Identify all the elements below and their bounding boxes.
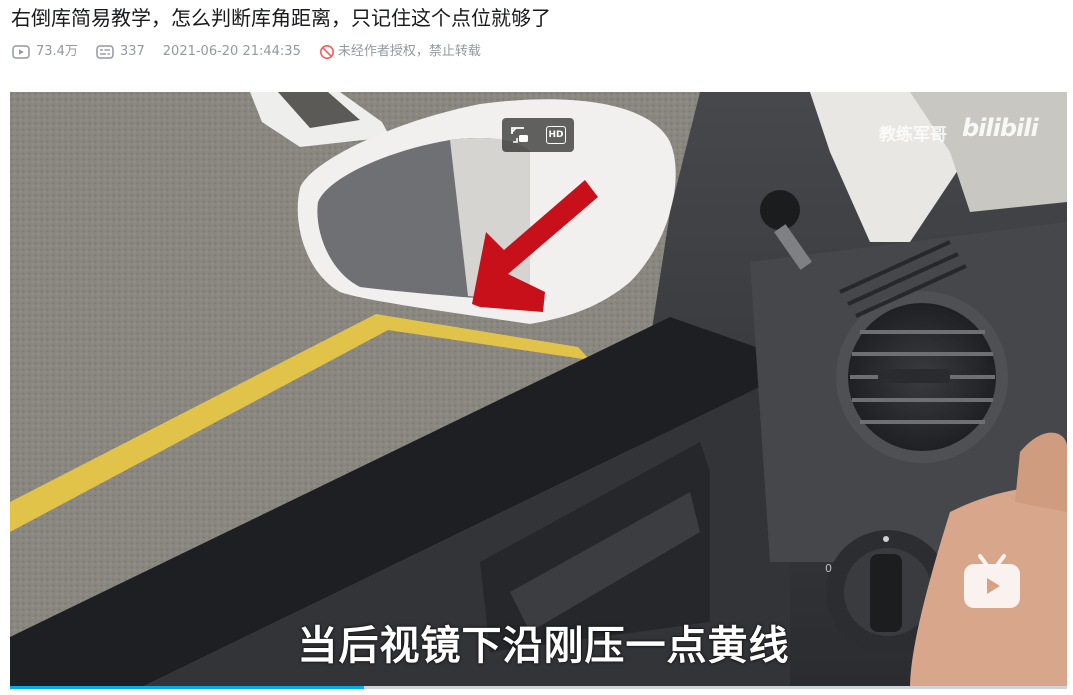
progress-bar-fill — [10, 686, 365, 689]
video-title: 右倒库简易教学，怎么判断库角距离，只记住这个点位就够了 — [11, 6, 551, 30]
brand-watermark: bilibili — [962, 114, 1039, 142]
danmaku-count: 337 — [96, 43, 145, 61]
video-meta: 73.4万 337 2021-06-20 21:44:35 未经作者授权，禁止转… — [12, 43, 499, 61]
view-count-text: 73.4万 — [36, 44, 78, 59]
bilibili-tv-icon — [964, 554, 1020, 608]
danmaku-count-text: 337 — [119, 44, 145, 59]
player-controls-chip: HD — [502, 118, 574, 152]
svg-text:0: 0 — [825, 562, 832, 575]
mini-player-icon[interactable] — [510, 126, 530, 144]
no-reprint-icon — [319, 45, 334, 59]
publish-date-text: 2021-06-20 21:44:35 — [162, 44, 301, 59]
progress-bar[interactable] — [10, 686, 1067, 689]
copyright-notice-text: 未经作者授权，禁止转载 — [337, 44, 481, 59]
publish-date: 2021-06-20 21:44:35 — [163, 43, 301, 61]
hd-quality-badge[interactable]: HD — [546, 126, 566, 144]
author-watermark: 教练军哥 — [879, 125, 947, 145]
video-subtitle: 当后视镜下沿刚压一点黄线 — [297, 623, 790, 669]
copyright-notice: 未经作者授权，禁止转载 — [319, 43, 481, 61]
play-count-icon — [12, 45, 30, 59]
video-player[interactable]: 0 — [10, 92, 1067, 688]
video-frame: 0 — [10, 92, 1067, 688]
view-count: 73.4万 — [12, 43, 78, 61]
danmaku-icon — [96, 45, 114, 59]
